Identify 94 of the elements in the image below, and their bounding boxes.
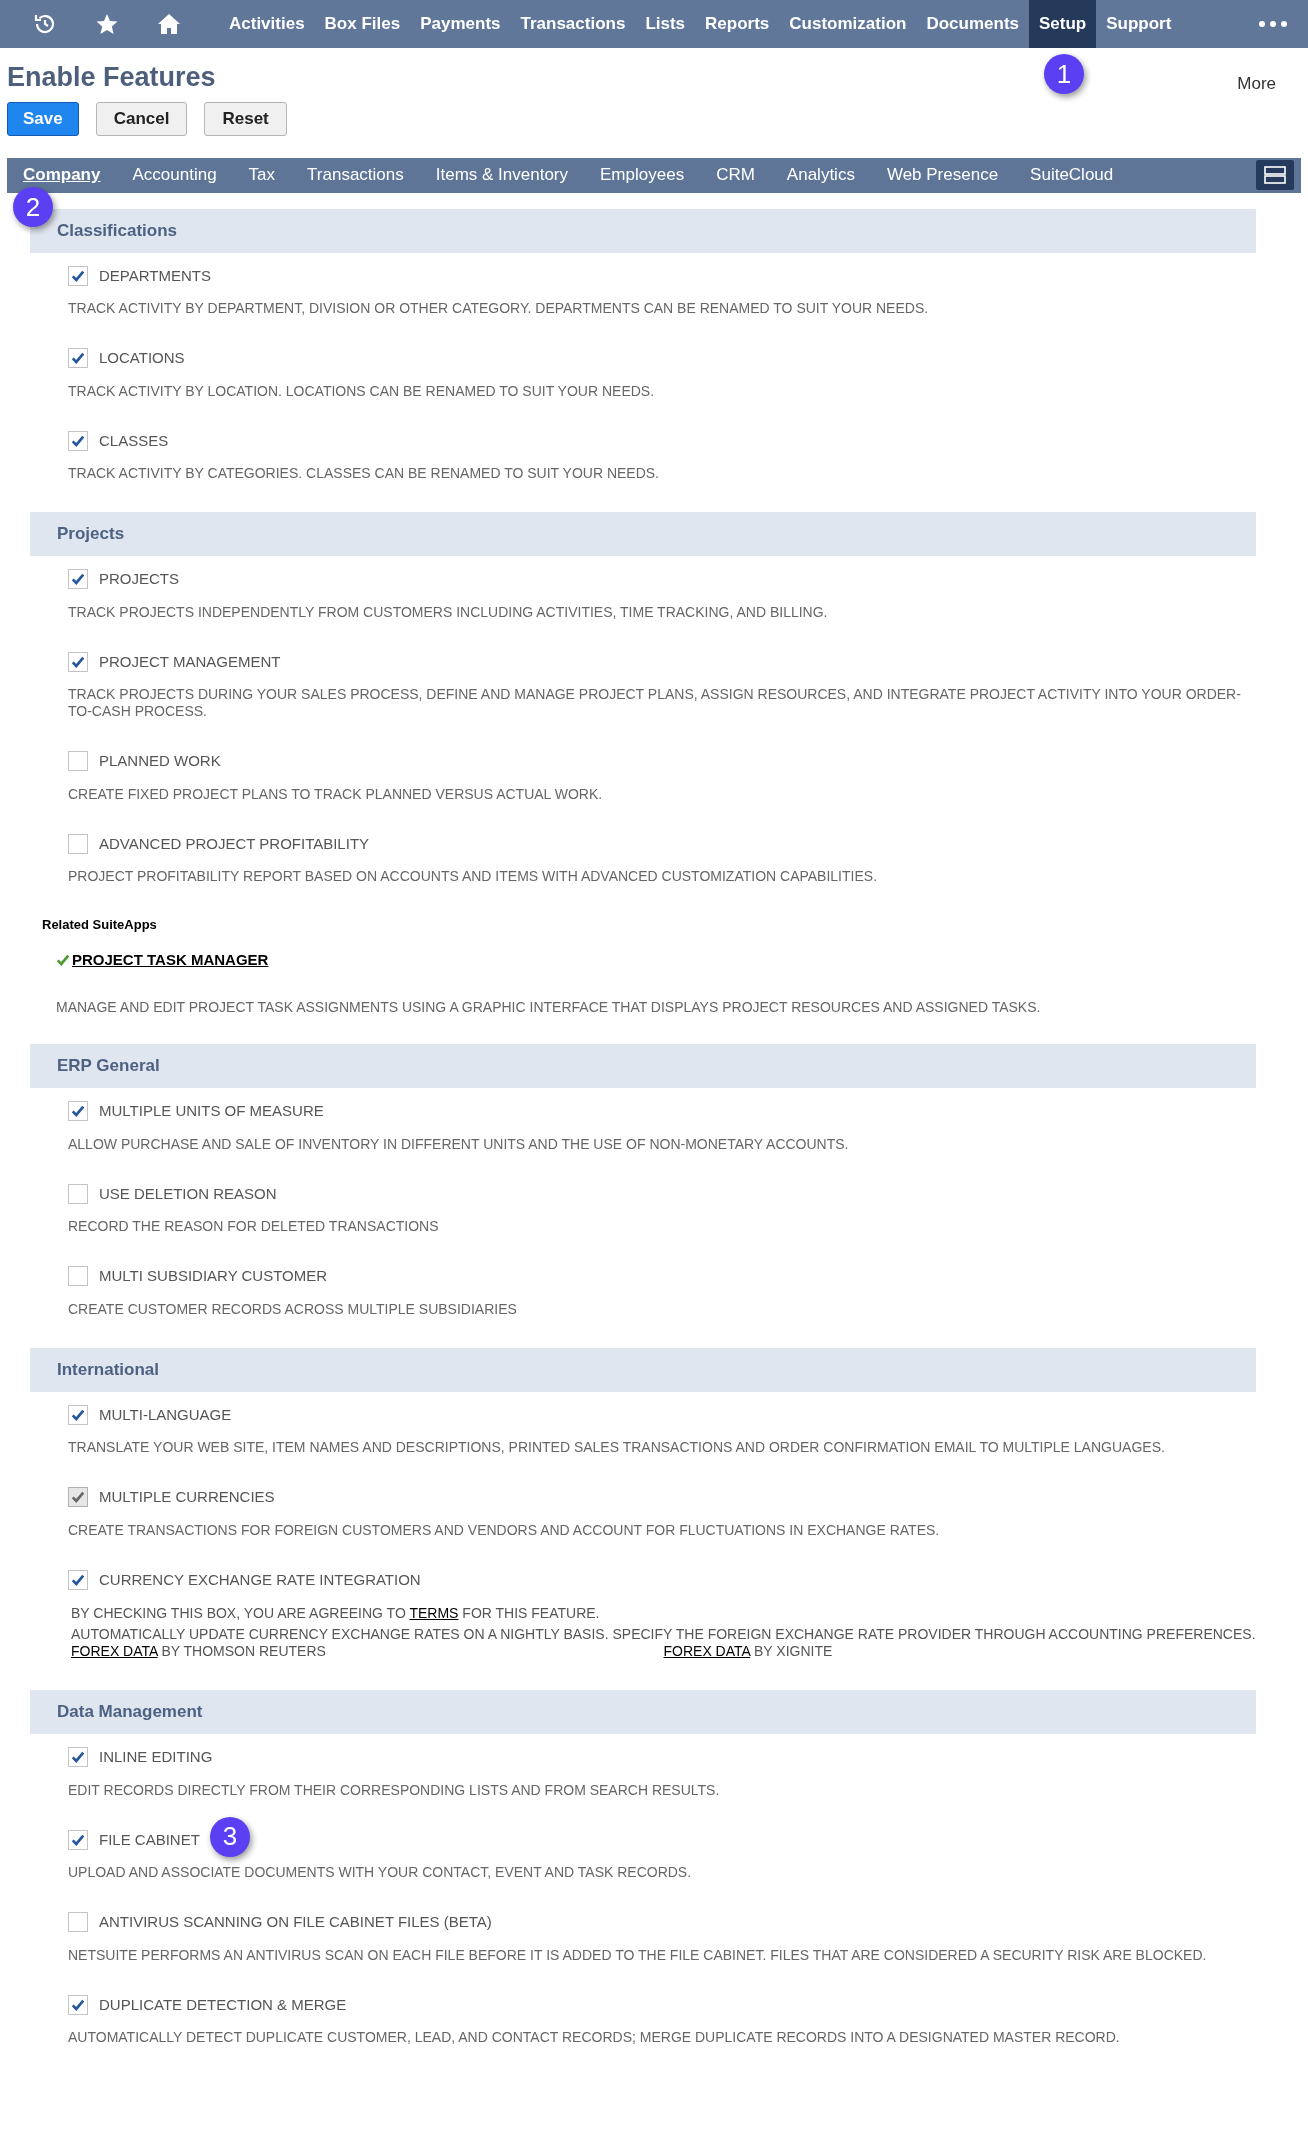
related-heading: Related SuiteApps	[42, 916, 158, 934]
nav-item[interactable]: Payments	[410, 0, 511, 48]
feature-description: EDIT RECORDS DIRECTLY FROM THEIR CORRESPONDING LISTS AND FROM SEARCH RESULTS.	[68, 1781, 721, 1799]
provider-note: FOREX DATA BY XIGNITE	[663, 1643, 834, 1660]
action-button[interactable]: Save	[7, 101, 79, 136]
nav-item[interactable]: Setup	[1029, 0, 1097, 48]
subtab[interactable]: Analytics	[786, 165, 855, 185]
callout-badge: 3	[209, 1816, 250, 1857]
feature-description: TRANSLATE YOUR WEB SITE, ITEM NAMES AND DESCRIPTIONS, PRINTED SALES TRANSACTIONS AND ORDER CONFIRMATION EMAIL TO MULTIPLE LANGUAGES.	[68, 1439, 1166, 1456]
checkbox[interactable]	[68, 1569, 88, 1590]
section-header: ERP General	[30, 1044, 1256, 1088]
feature-label: MULTI-LANGUAGE	[99, 1404, 232, 1425]
feature-description: PROJECT PROFITABILITY REPORT BASED ON ACCOUNTS AND ITEMS WITH ADVANCED CUSTOMIZATION CAPABILITIES.	[68, 868, 879, 885]
feature-description: TRACK PROJECTS INDEPENDENTLY FROM CUSTOMERS INCLUDING ACTIVITIES, TIME TRACKING, AND BILLING.	[68, 603, 829, 621]
suiteapp-description: MANAGE AND EDIT PROJECT TASK ASSIGNMENTS USING A GRAPHIC INTERFACE THAT DISPLAYS PROJECT RESOURCES AND ASSIGNED TASKS.	[56, 999, 1042, 1016]
feature-description: CREATE TRANSACTIONS FOR FOREIGN CUSTOMERS AND VENDORS AND ACCOUNT FOR FLUCTUATIONS IN EXCHANGE RATES.	[68, 1521, 941, 1539]
subtab[interactable]: Transactions	[307, 165, 404, 185]
feature-description: CREATE FIXED PROJECT PLANS TO TRACK PLANNED VERSUS ACTUAL WORK.	[68, 785, 604, 803]
subtab[interactable]: Employees	[600, 165, 685, 185]
checkbox[interactable]	[68, 1912, 88, 1933]
checkbox[interactable]	[68, 348, 88, 369]
history-icon[interactable]	[33, 12, 57, 36]
checkbox[interactable]	[68, 1829, 88, 1850]
feature-label: DUPLICATE DETECTION & MERGE	[99, 1994, 347, 2015]
subtab[interactable]: Company	[23, 165, 101, 185]
provider-link[interactable]: FOREX DATA	[71, 1643, 158, 1659]
feature-description: AUTOMATICALLY DETECT DUPLICATE CUSTOMER, LEAD, AND CONTACT RECORDS; MERGE DUPLICATE RECORDS INTO A DESIGNATED MASTER RECORD.	[68, 2029, 1121, 2046]
feature-description: TRACK PROJECTS DURING YOUR SALES PROCESS, DEFINE AND MANAGE PROJECT PLANS, ASSIGN RESOURCES, AND INTEGRATE PROJECT ACTIVITY INTO YOUR ORDER-TO-CASH PROCESS.	[68, 686, 1242, 720]
more-link[interactable]: More	[1237, 71, 1276, 97]
feature-description: AUTOMATICALLY UPDATE CURRENCY EXCHANGE RATES ON A NIGHTLY BASIS. SPECIFY THE FOREIGN EXCHANGE RATE PROVIDER THROUGH ACCOUNTING PREFERENCES.	[71, 1626, 1256, 1643]
feature-description: CREATE CUSTOMER RECORDS ACROSS MULTIPLE SUBSIDIARIES	[68, 1300, 518, 1318]
checkbox[interactable]	[68, 569, 88, 590]
section-header: Projects	[30, 512, 1256, 556]
section-header: Data Management	[30, 1690, 1256, 1734]
subtab[interactable]: CRM	[716, 165, 755, 185]
checkbox[interactable]	[68, 1101, 88, 1122]
provider-link[interactable]: FOREX DATA	[663, 1643, 751, 1659]
nav-item[interactable]: Documents	[916, 0, 1029, 48]
feature-label: MULTIPLE CURRENCIES	[99, 1487, 275, 1507]
checkbox[interactable]	[68, 651, 88, 672]
checkbox[interactable]	[68, 833, 88, 854]
nav-item[interactable]: Activities	[219, 0, 315, 48]
feature-label: ANTIVIRUS SCANNING ON FILE CABINET FILES (BETA)	[99, 1912, 492, 1932]
terms-link[interactable]: TERMS	[409, 1605, 459, 1621]
subtab[interactable]: Tax	[248, 165, 276, 185]
nav-item[interactable]: Lists	[635, 0, 696, 48]
feature-label: CURRENCY EXCHANGE RATE INTEGRATION	[99, 1569, 421, 1590]
nav-item[interactable]: Customization	[779, 0, 917, 48]
more-icon[interactable]	[1258, 20, 1288, 28]
action-button[interactable]: Cancel	[95, 101, 188, 136]
action-button[interactable]: Reset	[204, 101, 287, 136]
nav-item[interactable]: Reports	[695, 0, 780, 48]
feature-description: TRACK ACTIVITY BY CATEGORIES. CLASSES CAN BE RENAMED TO SUIT YOUR NEEDS.	[68, 465, 660, 482]
page-title: Enable Features	[7, 61, 216, 94]
nav-item[interactable]: Transactions	[510, 0, 636, 48]
checkbox[interactable]	[68, 751, 88, 772]
home-icon[interactable]	[157, 12, 181, 36]
feature-label: PLANNED WORK	[99, 751, 221, 771]
feature-label: MULTIPLE UNITS OF MEASURE	[99, 1101, 324, 1121]
subtab[interactable]: Items & Inventory	[435, 165, 569, 185]
checkbox[interactable]	[68, 265, 88, 286]
feature-label: PROJECTS	[99, 569, 179, 589]
suiteapp-link[interactable]: PROJECT TASK MANAGER	[72, 948, 269, 971]
feature-description: NETSUITE PERFORMS AN ANTIVIRUS SCAN ON EACH FILE BEFORE IT IS ADDED TO THE FILE CABINET. FILES THAT ARE CONSIDERED A SECURITY RISK ARE BLOCKED.	[68, 1946, 1208, 1964]
subtab[interactable]: Web Presence	[886, 165, 999, 185]
terms-notice: BY CHECKING THIS BOX, YOU ARE AGREEING TO TERMS FOR THIS FEATURE.	[71, 1605, 601, 1622]
checkbox[interactable]	[68, 1404, 88, 1425]
feature-description: TRACK ACTIVITY BY LOCATION. LOCATIONS CAN BE RENAMED TO SUIT YOUR NEEDS.	[68, 382, 656, 400]
checkbox[interactable]	[68, 1994, 88, 2015]
feature-label: DEPARTMENTS	[99, 265, 211, 286]
star-icon[interactable]	[95, 12, 119, 36]
nav-item[interactable]: Box Files	[314, 0, 411, 48]
checkbox[interactable]	[68, 1266, 88, 1287]
feature-label: ADVANCED PROJECT PROFITABILITY	[99, 833, 370, 854]
subtab[interactable]: Accounting	[132, 165, 217, 185]
feature-label: PROJECT MANAGEMENT	[99, 651, 281, 672]
feature-label: MULTI SUBSIDIARY CUSTOMER	[99, 1266, 328, 1286]
callout-badge: 1	[1044, 54, 1084, 94]
checkbox[interactable]	[68, 1747, 88, 1768]
feature-description: TRACK ACTIVITY BY DEPARTMENT, DIVISION OR OTHER CATEGORY. DEPARTMENTS CAN BE RENAMED TO SUIT YOUR NEEDS.	[68, 300, 930, 317]
subtab[interactable]: SuiteCloud	[1030, 165, 1114, 185]
provider-note: FOREX DATA BY THOMSON REUTERS	[71, 1643, 327, 1660]
feature-description: ALLOW PURCHASE AND SALE OF INVENTORY IN DIFFERENT UNITS AND THE USE OF NON-MONETARY ACCOUNTS.	[68, 1135, 850, 1153]
feature-label: USE DELETION REASON	[99, 1183, 277, 1204]
feature-label: LOCATIONS	[99, 348, 185, 368]
checkbox[interactable]	[68, 1183, 88, 1204]
feature-description: UPLOAD AND ASSOCIATE DOCUMENTS WITH YOUR CONTACT, EVENT AND TASK RECORDS.	[68, 1864, 693, 1881]
layout-icon[interactable]	[1256, 160, 1294, 190]
feature-description: RECORD THE REASON FOR DELETED TRANSACTIONS	[68, 1218, 440, 1235]
feature-label: CLASSES	[99, 430, 169, 451]
nav-item[interactable]: Support	[1096, 0, 1182, 48]
feature-label: INLINE EDITING	[99, 1747, 213, 1767]
section-header: International	[30, 1347, 1256, 1392]
checkbox[interactable]	[68, 430, 88, 451]
